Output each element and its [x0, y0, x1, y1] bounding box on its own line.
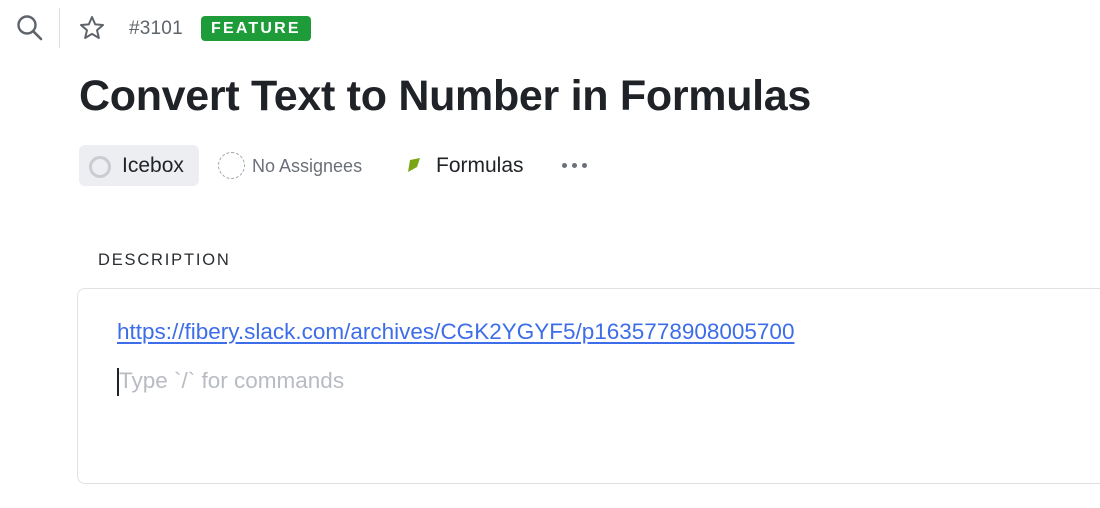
entity-page: #3101 FEATURE Convert Text to Number in …: [0, 0, 1100, 508]
description-link[interactable]: https://fibery.slack.com/archives/CGK2YG…: [117, 319, 794, 345]
dashed-avatar-icon: [218, 152, 245, 179]
type-badge[interactable]: FEATURE: [201, 16, 311, 41]
module-selector[interactable]: Formulas: [405, 145, 535, 186]
page-title[interactable]: Convert Text to Number in Formulas: [79, 72, 811, 121]
star-icon: [80, 16, 104, 39]
more-horizontal-icon: [562, 163, 567, 168]
toolbar-divider: [59, 8, 60, 48]
search-icon: [17, 15, 43, 41]
more-dot: [572, 163, 577, 168]
circle-status-icon: [89, 156, 111, 178]
assignees-selector[interactable]: No Assignees: [218, 145, 378, 186]
more-options-button[interactable]: [559, 151, 591, 179]
description-heading: DESCRIPTION: [98, 251, 231, 269]
state-selector[interactable]: Icebox: [79, 145, 199, 186]
top-bar: #3101 FEATURE: [0, 0, 1100, 58]
issue-id: #3101: [129, 18, 183, 39]
description-editor[interactable]: https://fibery.slack.com/archives/CGK2YG…: [77, 288, 1100, 484]
favorite-button[interactable]: [77, 13, 107, 43]
state-label: Icebox: [122, 154, 184, 177]
module-label: Formulas: [436, 154, 524, 177]
more-dot: [582, 163, 587, 168]
assignees-label: No Assignees: [252, 156, 363, 176]
editor-placeholder[interactable]: Type `/` for commands: [119, 368, 344, 394]
search-button[interactable]: [14, 12, 46, 44]
module-flag-icon: [408, 158, 420, 172]
